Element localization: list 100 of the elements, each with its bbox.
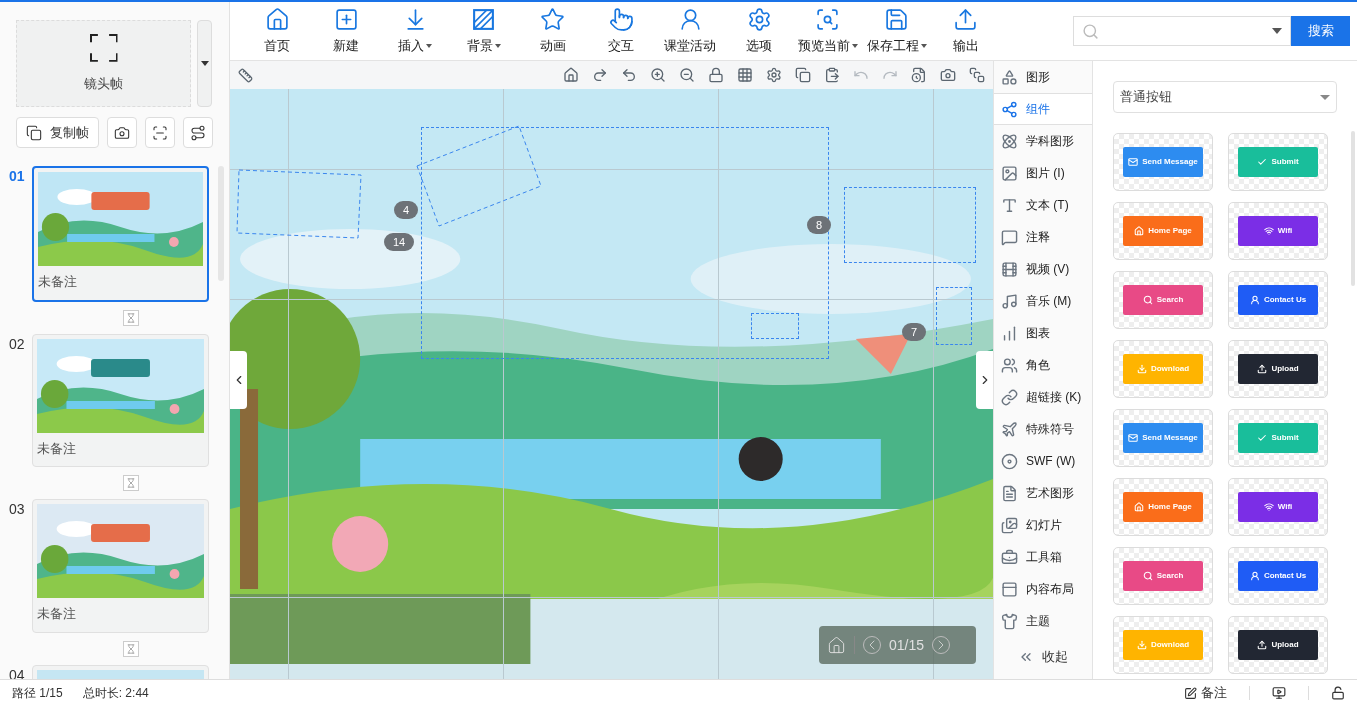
plane-icon	[1001, 420, 1018, 438]
transition-icon[interactable]	[122, 309, 139, 326]
undo-icon[interactable]	[621, 67, 637, 83]
tool-item[interactable]: 图片 (I)	[994, 157, 1092, 189]
previous-panel-button[interactable]	[230, 351, 247, 409]
scan-button[interactable]	[145, 117, 175, 148]
tool-item[interactable]: 音乐 (M)	[994, 285, 1092, 317]
grid-settings-icon[interactable]	[766, 67, 782, 83]
lock-icon[interactable]	[708, 67, 724, 83]
search-icon	[1142, 295, 1153, 305]
image-icon	[1001, 164, 1018, 182]
sample-button: Wifi	[1238, 492, 1318, 522]
toolbar-button[interactable]: 动画	[518, 6, 588, 56]
note-button[interactable]: 备注	[1184, 683, 1227, 703]
tool-item[interactable]: SWF (W)	[994, 445, 1092, 477]
toolbar-button[interactable]: 交互	[587, 6, 656, 56]
selection-frame[interactable]	[236, 167, 364, 241]
copy-icon	[26, 124, 42, 141]
sample-button: Submit	[1238, 147, 1318, 177]
component-card[interactable]: Search	[1113, 271, 1213, 329]
component-card[interactable]: Contact Us	[1228, 271, 1328, 329]
ruler-icon[interactable]	[238, 67, 253, 83]
star-icon	[540, 6, 566, 32]
sample-button: Send Message	[1123, 423, 1203, 453]
sample-button: Contact Us	[1238, 285, 1318, 315]
transition-icon[interactable]	[122, 640, 139, 657]
zoom-out-icon[interactable]	[679, 67, 695, 83]
slide-number: 04	[8, 665, 26, 679]
camera-icon[interactable]	[940, 67, 956, 83]
pointer-icon	[608, 6, 634, 32]
home-icon[interactable]	[827, 635, 846, 655]
new-page-icon	[333, 6, 359, 32]
category-select[interactable]: 普通按钮	[1113, 81, 1337, 113]
tool-item[interactable]: 学科图形	[994, 125, 1092, 157]
tool-item[interactable]: 内容布局	[994, 573, 1092, 605]
search-icon	[1142, 571, 1153, 581]
tool-item[interactable]: 工具箱	[994, 541, 1092, 573]
unlock-icon[interactable]	[1331, 686, 1345, 700]
tool-item[interactable]: 超链接 (K)	[994, 381, 1092, 413]
text-icon	[1001, 196, 1018, 214]
component-card[interactable]: Search	[1113, 547, 1213, 605]
grid-icon[interactable]	[737, 67, 753, 83]
toolbar-button[interactable]: 输出	[931, 6, 1000, 56]
tool-item[interactable]: 注释	[994, 221, 1092, 253]
page-counter: 01/15	[889, 635, 925, 655]
slide-thumbnail[interactable]: 未备注	[32, 333, 209, 467]
selection-frame[interactable]	[415, 124, 543, 228]
toolbar-button[interactable]: 首页	[243, 6, 312, 56]
search-button[interactable]: 搜索	[1291, 16, 1350, 46]
component-card[interactable]: Upload	[1228, 616, 1328, 674]
slide-thumbnail[interactable]: 未备注	[32, 166, 209, 302]
frame-add-button[interactable]: 镜头帧	[16, 20, 191, 107]
toolbar-button[interactable]: 背景	[449, 6, 519, 56]
caret-icon	[426, 43, 433, 48]
wifi-icon	[1263, 502, 1274, 512]
sample-button: Upload	[1238, 630, 1318, 660]
copy-icon[interactable]	[795, 67, 811, 83]
path-counter: 路径 1/15	[12, 685, 63, 702]
collapse-button[interactable]: 收起	[994, 645, 1092, 669]
atom-icon	[1001, 132, 1018, 150]
sample-button: Search	[1123, 285, 1203, 315]
tool-item[interactable]: 主题	[994, 605, 1092, 637]
toolbar-button[interactable]: 新建	[311, 6, 381, 56]
sample-button: Download	[1123, 354, 1203, 384]
monitor-icon[interactable]	[1272, 686, 1286, 700]
route-button[interactable]	[183, 117, 213, 148]
tool-item[interactable]: 角色	[994, 349, 1092, 381]
tool-item[interactable]: 艺术图形	[994, 477, 1092, 509]
component-card[interactable]: Contact Us	[1228, 547, 1328, 605]
slide-thumbnail[interactable]: 未备注	[32, 499, 209, 633]
download-icon	[1136, 364, 1147, 374]
toolbar-button[interactable]: 预览当前	[793, 6, 863, 56]
selection-frame[interactable]	[844, 187, 976, 263]
next-panel-button[interactable]	[976, 351, 993, 409]
toolbar-button[interactable]: 选项	[724, 6, 794, 56]
toolbar-button[interactable]: 保存工程	[862, 6, 932, 56]
component-card[interactable]: Wifi	[1228, 478, 1328, 536]
toolbar-button[interactable]: 插入	[380, 6, 450, 56]
component-card[interactable]: Upload	[1228, 340, 1328, 398]
selection-frame[interactable]	[751, 313, 799, 339]
copy-frame-button[interactable]: 复制帧	[16, 117, 100, 148]
tool-item[interactable]: 组件	[994, 93, 1092, 125]
zoom-in-icon[interactable]	[650, 67, 666, 83]
file-clock-icon[interactable]	[911, 67, 927, 83]
selection-frame[interactable]	[936, 287, 972, 345]
transition-icon[interactable]	[122, 475, 139, 491]
tool-item[interactable]: 图表	[994, 317, 1092, 349]
home-icon[interactable]	[563, 67, 579, 83]
camera-button[interactable]	[107, 117, 138, 148]
paste-icon[interactable]	[824, 67, 840, 83]
component-card[interactable]: Wifi	[1228, 202, 1328, 260]
toolbar-button[interactable]: 课堂活动	[655, 6, 725, 56]
tool-item[interactable]: 视频 (V)	[994, 253, 1092, 285]
layers-icon[interactable]	[969, 67, 985, 83]
tool-item[interactable]: 幻灯片	[994, 509, 1092, 541]
search-field[interactable]	[1073, 16, 1291, 46]
redo-icon[interactable]	[592, 67, 608, 83]
tool-item[interactable]: 文本 (T)	[994, 189, 1092, 221]
tool-item[interactable]: 图形	[994, 61, 1092, 93]
tool-item[interactable]: 特殊符号	[994, 413, 1092, 445]
